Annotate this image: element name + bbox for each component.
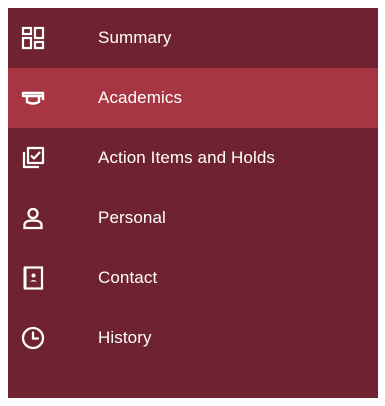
sidebar-item-label: Contact bbox=[98, 268, 158, 287]
sidebar-item-contact[interactable]: Contact bbox=[8, 248, 378, 308]
sidebar-item-label: Action Items and Holds bbox=[98, 148, 276, 167]
checklist-icon bbox=[20, 145, 46, 171]
sidebar-item-summary[interactable]: Summary bbox=[8, 8, 378, 68]
sidebar-item-personal[interactable]: Personal bbox=[8, 188, 378, 248]
clock-icon bbox=[20, 325, 46, 351]
sidebar-item-action-items-and-holds[interactable]: Action Items and Holds bbox=[8, 128, 378, 188]
sidebar-item-academics[interactable]: Academics bbox=[8, 68, 378, 128]
dashboard-grid-icon bbox=[20, 25, 46, 51]
sidebar-item-label: History bbox=[98, 328, 152, 347]
graduation-cap-icon bbox=[20, 85, 46, 111]
sidebar-nav: Summary Academics Action Items and Holds… bbox=[8, 8, 378, 398]
sidebar-item-history[interactable]: History bbox=[8, 308, 378, 368]
person-icon bbox=[20, 205, 46, 231]
sidebar-item-label: Personal bbox=[98, 208, 166, 227]
nav-list: Summary Academics Action Items and Holds… bbox=[8, 8, 378, 368]
sidebar-item-label: Academics bbox=[98, 88, 183, 107]
sidebar-item-label: Summary bbox=[98, 28, 172, 47]
contact-book-icon bbox=[20, 265, 46, 291]
